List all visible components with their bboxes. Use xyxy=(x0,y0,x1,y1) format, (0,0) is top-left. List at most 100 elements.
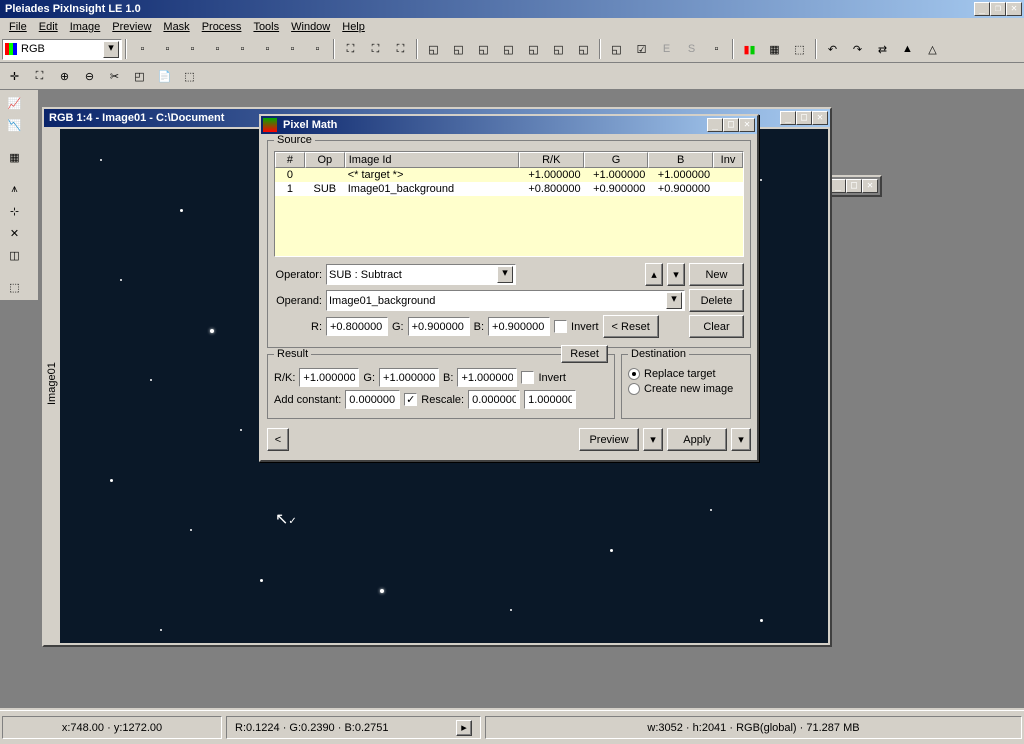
addconst-input[interactable] xyxy=(345,390,400,409)
channel-combo[interactable]: RGB ▾ xyxy=(2,39,122,60)
back-button[interactable]: < xyxy=(267,428,289,451)
invert-checkbox[interactable] xyxy=(554,320,567,333)
g-input[interactable] xyxy=(408,317,470,336)
side-tool[interactable]: ▦ xyxy=(3,146,26,168)
delete-button[interactable]: Delete xyxy=(689,289,744,312)
tool-btn[interactable]: ▫ xyxy=(705,38,728,60)
imgwin-close[interactable]: ✕ xyxy=(812,111,828,125)
col-imageid[interactable]: Image Id xyxy=(345,152,519,168)
col-op[interactable]: Op xyxy=(305,152,345,168)
apply-button[interactable]: Apply xyxy=(667,428,727,451)
win2-close[interactable]: ✕ xyxy=(862,179,878,193)
col-rk[interactable]: R/K xyxy=(519,152,584,168)
tool-btn[interactable]: ☑ xyxy=(630,38,653,60)
tool-btn[interactable]: ⛶ xyxy=(364,38,387,60)
pixel-math-dialog[interactable]: Pixel Math _ □ ✕ Source # Op Image Id R/… xyxy=(259,114,759,462)
b-input[interactable] xyxy=(488,317,550,336)
menu-file[interactable]: File xyxy=(3,20,33,34)
preview-dropdown[interactable]: ▾ xyxy=(643,428,663,451)
tool-btn[interactable]: ◱ xyxy=(422,38,445,60)
dlg-min[interactable]: _ xyxy=(707,118,723,132)
tool-btn[interactable]: ⇄ xyxy=(871,38,894,60)
win2-min[interactable]: _ xyxy=(830,179,846,193)
result-invert-checkbox[interactable] xyxy=(521,371,534,384)
menu-edit[interactable]: Edit xyxy=(33,20,64,34)
tool-btn[interactable]: ▫ xyxy=(156,38,179,60)
menu-mask[interactable]: Mask xyxy=(157,20,195,34)
side-tool[interactable]: ✕ xyxy=(3,222,26,244)
histogram-icon[interactable]: ▮▮ xyxy=(738,38,761,60)
side-tool[interactable]: 📈 xyxy=(3,92,26,114)
menu-tools[interactable]: Tools xyxy=(247,20,285,34)
close-button[interactable]: ✕ xyxy=(1006,2,1022,16)
tool-btn[interactable]: ⛶ xyxy=(389,38,412,60)
tool-btn[interactable]: ▫ xyxy=(206,38,229,60)
imgwin-max[interactable]: □ xyxy=(796,111,812,125)
operand-combo[interactable]: Image01_background▾ xyxy=(326,290,685,311)
win2-max[interactable]: □ xyxy=(846,179,862,193)
move-down-button[interactable]: ▾ xyxy=(667,263,685,286)
tool-btn[interactable]: ▫ xyxy=(306,38,329,60)
tool-btn[interactable]: ◱ xyxy=(572,38,595,60)
result-b-input[interactable] xyxy=(457,368,517,387)
preview-button[interactable]: Preview xyxy=(579,428,639,451)
tool-btn[interactable]: ⛶ xyxy=(28,65,51,87)
menu-window[interactable]: Window xyxy=(285,20,336,34)
tool-btn[interactable]: ↶ xyxy=(821,38,844,60)
rgb-grid-icon[interactable]: ▦ xyxy=(763,38,786,60)
tool-btn[interactable]: ⛶ xyxy=(339,38,362,60)
col-inv[interactable]: Inv xyxy=(713,152,743,168)
grid-row-1[interactable]: 1 SUB Image01_background +0.800000 +0.90… xyxy=(275,182,743,196)
tool-btn[interactable]: E xyxy=(655,38,678,60)
readout-icon[interactable]: ✛ xyxy=(3,65,26,87)
tool-btn[interactable]: 📄 xyxy=(153,65,176,87)
menu-image[interactable]: Image xyxy=(64,20,107,34)
rescale-lo-input[interactable] xyxy=(468,390,520,409)
tool-btn[interactable]: ▫ xyxy=(181,38,204,60)
clear-button[interactable]: Clear xyxy=(689,315,744,338)
tool-btn[interactable]: ◰ xyxy=(128,65,151,87)
tool-btn[interactable]: ◱ xyxy=(447,38,470,60)
rescale-hi-input[interactable] xyxy=(524,390,576,409)
apply-dropdown[interactable]: ▾ xyxy=(731,428,751,451)
side-tool[interactable]: ⊹ xyxy=(3,200,26,222)
tool-btn[interactable]: ▫ xyxy=(281,38,304,60)
tool-btn[interactable]: △ xyxy=(921,38,944,60)
operator-combo[interactable]: SUB : Subtract▾ xyxy=(326,264,516,285)
grid-row-0[interactable]: 0 <* target *> +1.000000 +1.000000 +1.00… xyxy=(275,168,743,182)
tool-btn[interactable]: ▫ xyxy=(231,38,254,60)
menu-process[interactable]: Process xyxy=(196,20,248,34)
reset-result-button[interactable]: Reset xyxy=(561,345,608,363)
menu-help[interactable]: Help xyxy=(336,20,371,34)
tool-btn[interactable]: ▫ xyxy=(256,38,279,60)
source-grid[interactable]: # Op Image Id R/K G B Inv 0 <* target *>… xyxy=(274,151,744,257)
dlg-max[interactable]: □ xyxy=(723,118,739,132)
tool-btn[interactable]: S xyxy=(680,38,703,60)
tool-btn[interactable]: ⊕ xyxy=(53,65,76,87)
side-tool[interactable]: ◫ xyxy=(3,244,26,266)
replace-radio[interactable] xyxy=(628,368,640,380)
move-up-button[interactable]: ▴ xyxy=(645,263,663,286)
new-button[interactable]: New xyxy=(689,263,744,286)
tool-btn[interactable]: ▫ xyxy=(131,38,154,60)
menu-preview[interactable]: Preview xyxy=(106,20,157,34)
col-g[interactable]: G xyxy=(584,152,649,168)
rescale-checkbox[interactable]: ✓ xyxy=(404,393,417,406)
r-input[interactable] xyxy=(326,317,388,336)
col-num[interactable]: # xyxy=(275,152,305,168)
result-rk-input[interactable] xyxy=(299,368,359,387)
tool-btn[interactable]: ▲ xyxy=(896,38,919,60)
side-tool[interactable]: 📉 xyxy=(3,114,26,136)
dlg-close[interactable]: ✕ xyxy=(739,118,755,132)
maximize-button[interactable]: ❐ xyxy=(990,2,1006,16)
side-tool[interactable]: ⬚ xyxy=(3,276,26,298)
tool-btn[interactable]: ⬚ xyxy=(178,65,201,87)
tool-btn[interactable]: ◱ xyxy=(497,38,520,60)
col-b[interactable]: B xyxy=(648,152,713,168)
tool-btn[interactable]: ⊖ xyxy=(78,65,101,87)
dropdown-arrow-icon[interactable]: ▾ xyxy=(103,41,119,58)
tool-btn[interactable]: ✂ xyxy=(103,65,126,87)
status-scroll-icon[interactable]: ▸ xyxy=(456,720,472,736)
image-tab[interactable]: Image01 xyxy=(46,129,60,643)
tool-btn[interactable]: ↷ xyxy=(846,38,869,60)
